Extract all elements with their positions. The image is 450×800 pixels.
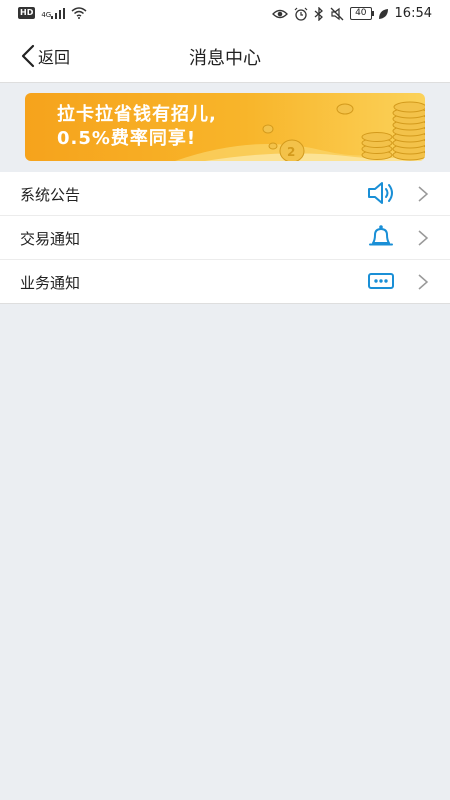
bluetooth-icon (314, 6, 324, 21)
nav-bar: 返回 消息中心 (0, 30, 450, 83)
speaker-icon (368, 182, 393, 204)
status-left: HD 4G (18, 7, 87, 19)
clock: 16:54 (394, 6, 432, 21)
list-item-label: 交易通知 (20, 230, 81, 248)
wifi-icon (71, 7, 87, 19)
signal-icon: 4G (41, 7, 66, 19)
message-dots-icon (368, 273, 394, 289)
status-bar: HD 4G 40 16:54 (0, 0, 450, 30)
battery-icon: 40 (350, 7, 375, 20)
list-item-label: 业务通知 (20, 274, 81, 292)
page-title: 消息中心 (189, 48, 261, 69)
hd-badge: HD (18, 7, 36, 19)
promo-banner[interactable]: 2 拉卡拉省钱有招儿, 0.5%费率同享! (25, 93, 425, 161)
list-item-transaction-notice[interactable]: 交易通知 (0, 216, 450, 260)
list-item-system-announcement[interactable]: 系统公告 (0, 172, 450, 216)
chevron-right-icon (418, 230, 429, 246)
list-item-label: 系统公告 (20, 186, 81, 204)
network-type: 4G (41, 10, 52, 19)
banner-line-2: 0.5%费率同享! (57, 128, 197, 149)
chevron-right-icon (418, 186, 429, 202)
banner-line-1: 拉卡拉省钱有招儿, (57, 104, 217, 125)
status-right: 40 16:54 (272, 6, 432, 21)
leaf-icon (378, 8, 388, 19)
alarm-icon (294, 7, 308, 21)
list-item-business-notice[interactable]: 业务通知 (0, 260, 450, 303)
mute-icon (330, 7, 344, 20)
banner-text: 拉卡拉省钱有招儿, 0.5%费率同享! (57, 103, 217, 151)
eye-icon (272, 9, 288, 18)
message-category-list: 系统公告 交易通知 业务通知 (0, 172, 450, 304)
bell-icon (369, 225, 393, 246)
svg-text:2: 2 (287, 145, 295, 159)
chevron-right-icon (418, 274, 429, 290)
